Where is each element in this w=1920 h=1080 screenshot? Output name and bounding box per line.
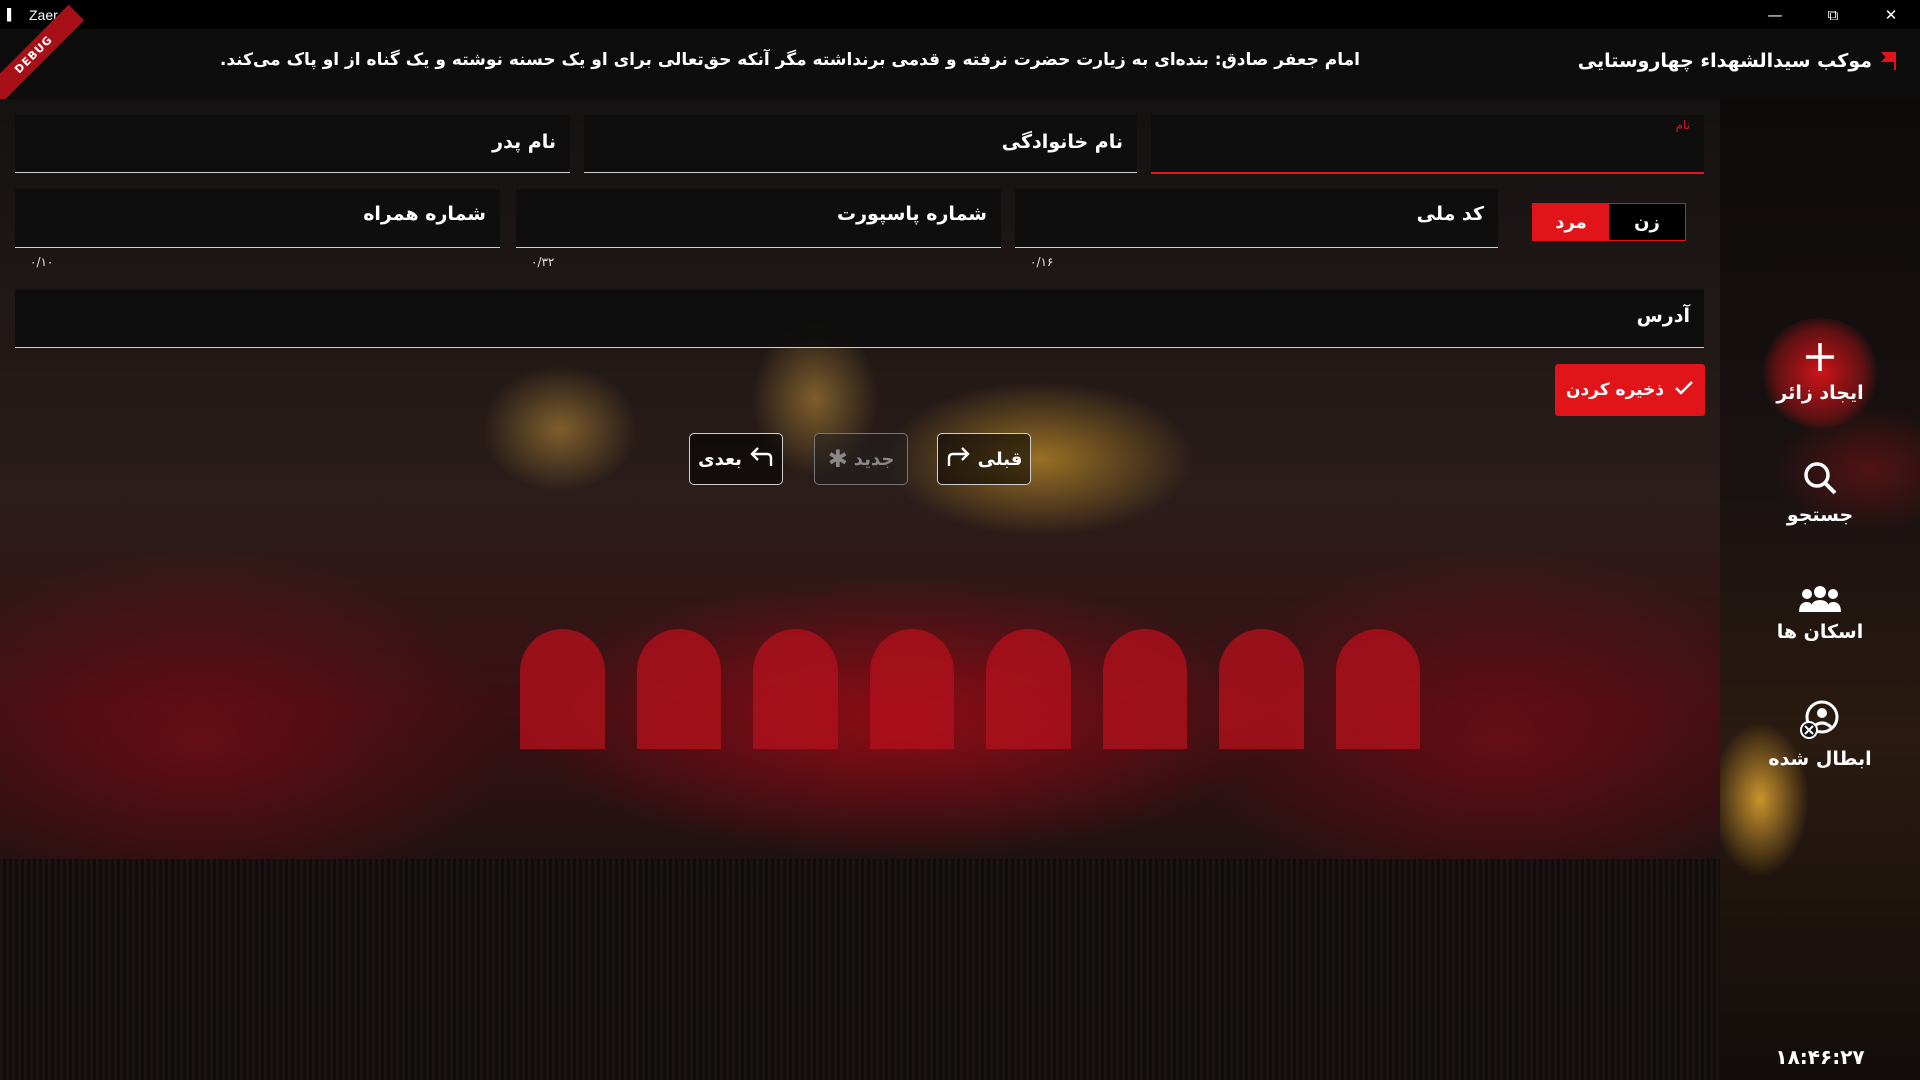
next-button[interactable]: بعدی — [689, 433, 783, 485]
window-titlebar: Zaer — ⧉ ✕ — [0, 0, 1920, 29]
mobile-label: شماره همراه — [363, 203, 486, 225]
mobile-field[interactable]: شماره همراه — [15, 189, 500, 248]
father-name-label: نام پدر — [492, 131, 556, 153]
gender-toggle[interactable]: زن مرد — [1532, 203, 1686, 241]
last-name-label: نام خانوادگی — [1001, 131, 1123, 153]
save-button-label: ذخیره کردن — [1565, 380, 1665, 400]
mobile-counter: ۰/۱۰ — [30, 255, 54, 269]
first-name-label: نام — [1675, 118, 1690, 132]
next-label: بعدی — [698, 448, 742, 470]
new-label: جدید — [853, 448, 895, 470]
previous-label: قبلی — [977, 448, 1023, 470]
sidebar-item-label: ابطال شده — [1768, 748, 1872, 770]
address-field[interactable]: آدرس — [15, 289, 1704, 348]
mowkib-title: موکب سیدالشهداء چهاروستایی — [1578, 50, 1896, 72]
asterisk-icon: ✱ — [827, 445, 848, 473]
app-header: موکب سیدالشهداء چهاروستایی امام جعفر صاد… — [0, 29, 1920, 99]
address-label: آدرس — [1636, 305, 1690, 327]
gender-male-option[interactable]: مرد — [1533, 204, 1609, 240]
plus-icon — [1803, 340, 1837, 378]
users-icon — [1798, 585, 1842, 617]
hadith-text: امام جعفر صادق: بنده‌ای به زیارت حضرت نر… — [219, 50, 1360, 70]
national-code-field[interactable]: کد ملی — [1015, 189, 1498, 248]
national-code-label: کد ملی — [1416, 203, 1484, 225]
sidebar-item-cancelled[interactable]: ابطال شده — [1720, 700, 1920, 770]
gender-female-option[interactable]: زن — [1609, 204, 1685, 240]
last-name-field[interactable]: نام خانوادگی — [584, 115, 1137, 173]
sidebar-item-search[interactable]: جستجو — [1720, 460, 1920, 526]
minimize-icon[interactable]: — — [1746, 0, 1804, 29]
arrow-back-icon — [748, 446, 774, 473]
previous-button[interactable]: قبلی — [937, 433, 1031, 485]
user-cancel-icon — [1800, 700, 1840, 744]
background-arches — [520, 629, 1420, 749]
search-icon — [1802, 460, 1838, 500]
national-code-counter: ۰/۱۶ — [1030, 255, 1054, 269]
sidebar-item-accommodations[interactable]: اسکان ها — [1720, 585, 1920, 643]
passport-label: شماره پاسپورت — [837, 203, 987, 225]
clock: ۱۸:۴۶:۲۷ — [1775, 1045, 1865, 1069]
sidebar-item-label: ایجاد زائر — [1776, 382, 1864, 404]
background-crowd — [0, 859, 1720, 1080]
sidebar-item-create-pilgrim[interactable]: ایجاد زائر — [1720, 318, 1920, 428]
passport-counter: ۰/۳۲ — [531, 255, 555, 269]
save-button[interactable]: ذخیره کردن — [1555, 364, 1705, 416]
checkmark-icon — [1674, 380, 1694, 401]
sidebar-item-label: جستجو — [1786, 504, 1854, 526]
flag-icon — [1880, 52, 1896, 70]
first-name-field[interactable]: نام — [1151, 115, 1704, 174]
arrow-forward-icon — [946, 446, 972, 473]
close-icon[interactable]: ✕ — [1862, 0, 1920, 29]
passport-field[interactable]: شماره پاسپورت — [516, 189, 1001, 248]
new-button[interactable]: جدید ✱ — [814, 433, 908, 485]
mowkib-name: موکب سیدالشهداء چهاروستایی — [1577, 50, 1872, 72]
sidebar-item-label: اسکان ها — [1776, 621, 1864, 643]
father-name-field[interactable]: نام پدر — [15, 115, 570, 173]
app-icon — [7, 7, 12, 22]
restore-icon[interactable]: ⧉ — [1804, 0, 1862, 29]
